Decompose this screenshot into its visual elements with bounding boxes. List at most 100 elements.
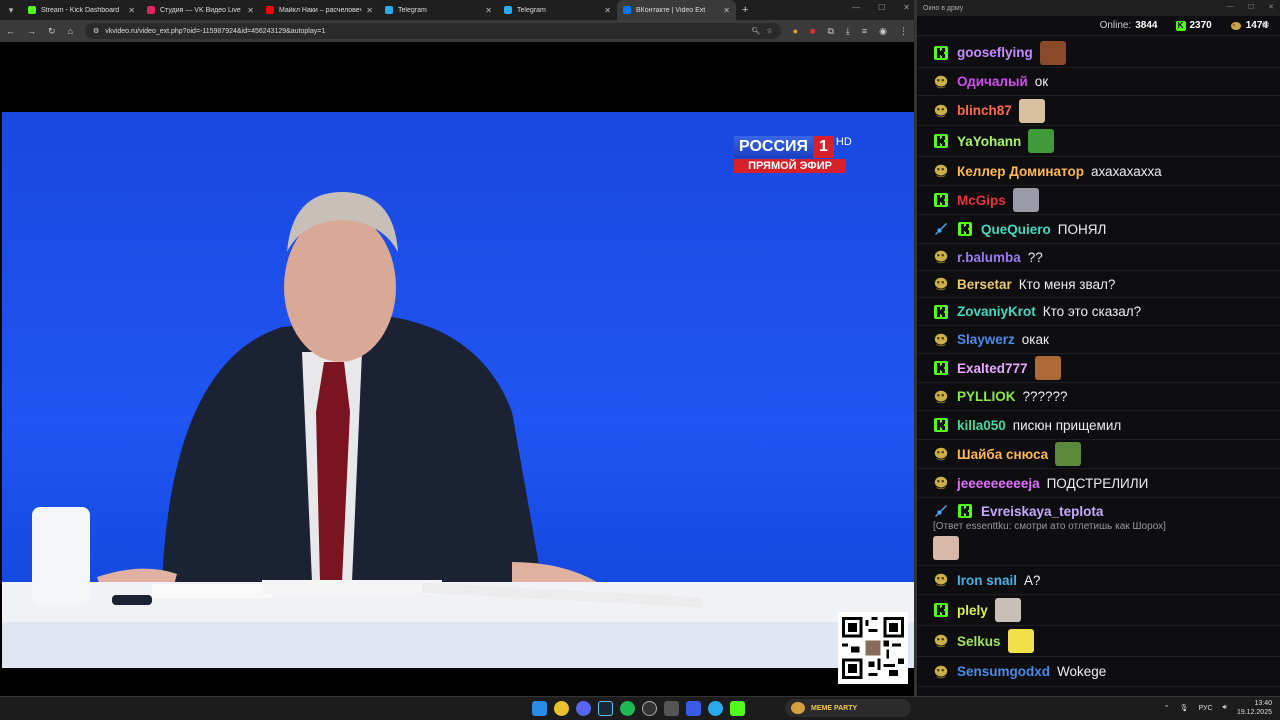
maximize-icon[interactable]: ☐ — [878, 3, 885, 12]
obs-icon[interactable] — [642, 701, 657, 716]
extension-icon[interactable]: ● — [793, 26, 798, 37]
browser-tab[interactable]: Студия — VK Видео Live ✕ — [141, 0, 260, 20]
reload-icon[interactable]: ↻ — [48, 26, 56, 37]
spotify-icon[interactable] — [620, 701, 635, 716]
chat-username[interactable]: gooseflying — [957, 45, 1033, 60]
tab-close-icon[interactable]: ✕ — [485, 6, 492, 15]
chat-emote-icon — [1028, 129, 1055, 153]
minimize-icon[interactable]: — — [852, 3, 860, 12]
chat-message: killa050 писюн прищемил — [917, 411, 1280, 440]
browser-tab[interactable]: Майкл Наки – расчеловечивание…✕ — [260, 0, 379, 20]
chat-message-text: ахахахахха — [1090, 163, 1162, 179]
windows-start-icon[interactable] — [532, 701, 547, 716]
volume-icon[interactable]: 🔊︎ — [1223, 704, 1227, 712]
browser-tab[interactable]: Stream - Kick Dashboard ✕ — [22, 0, 141, 20]
site-info-icon[interactable]: ⚙ — [93, 27, 99, 35]
chat-username[interactable]: jeeeeeeeeeja — [957, 476, 1040, 491]
language-indicator[interactable]: РУС — [1199, 705, 1213, 712]
chat-message-text: окак — [1021, 332, 1049, 347]
home-icon[interactable]: ⌂ — [68, 26, 73, 36]
tab-favicon-icon — [504, 6, 512, 14]
browser-window: ▾ Stream - Kick Dashboard ✕ Студия — VK Ви… — [0, 0, 914, 696]
chat-username[interactable]: killa050 — [957, 418, 1006, 433]
chat-window-title: Окно в дрму — ☐ ✕ — [917, 0, 1280, 16]
back-icon[interactable]: ← — [6, 26, 15, 36]
chat-username[interactable]: McGips — [957, 193, 1006, 208]
tray-overflow-icon[interactable]: ⌃ — [1164, 704, 1170, 712]
close-icon[interactable]: ✕ — [903, 3, 910, 12]
tab-close-icon[interactable]: ✕ — [128, 6, 135, 15]
chat-messages: gooseflying Одичалый ок blinch87 YaYohann Кел… — [917, 38, 1280, 696]
tab-close-icon[interactable]: ✕ — [366, 6, 373, 15]
kick-count: 2370 — [1189, 20, 1212, 31]
chat-username[interactable]: blinch87 — [957, 103, 1012, 118]
video-player[interactable]: РОССИЯ 1 HD ПРЯМОЙ ЭФИР — [0, 42, 914, 696]
steam-icon[interactable] — [598, 701, 613, 716]
taskbar: MEME PARTY ⌃ 🎙︎ РУС 🔊︎ 13:40 19.12.2025 — [0, 696, 1280, 720]
chat-username[interactable]: Exalted777 — [957, 361, 1028, 376]
chat-username[interactable]: Келлер Доминатор — [957, 164, 1084, 179]
dog-icon — [791, 702, 805, 714]
tab-search-icon[interactable]: ▾ — [0, 0, 22, 20]
clock[interactable]: 13:40 19.12.2025 — [1237, 699, 1272, 717]
chat-message: r.balumba?? — [917, 244, 1280, 271]
tab-close-icon[interactable]: ✕ — [723, 6, 730, 15]
chrome-icon[interactable] — [554, 701, 569, 716]
chat-username[interactable]: QueQuiero — [981, 222, 1051, 237]
chat-username[interactable]: PYLLIOK — [957, 389, 1016, 404]
download-icon[interactable]: ⤓ — [846, 26, 850, 37]
tab-title: Stream - Kick Dashboard — [41, 6, 120, 14]
menu-icon[interactable]: ⋮ — [899, 26, 908, 37]
chat-username[interactable]: r.balumba — [957, 250, 1021, 265]
kick-badge-icon — [933, 360, 949, 376]
tab-close-icon[interactable]: ✕ — [247, 6, 254, 15]
maximize-icon[interactable]: ☐ — [1248, 3, 1254, 11]
microphone-icon[interactable]: 🎙︎ — [1180, 704, 1189, 712]
close-icon[interactable]: ✕ — [1268, 3, 1274, 11]
reading-list-icon[interactable]: ≡ — [862, 26, 867, 37]
chat-username[interactable]: Sensumgodxd — [957, 664, 1050, 679]
chat-username[interactable]: Iron snail — [957, 573, 1017, 588]
chat-message-text: Кто это сказал? — [1042, 304, 1142, 319]
minimize-icon[interactable]: — — [1227, 3, 1234, 11]
tab-favicon-icon — [28, 6, 36, 14]
discord-icon[interactable] — [576, 701, 591, 716]
zoom-icon[interactable]: 🔍︎ — [751, 27, 760, 35]
chat-username[interactable]: Evreiskaya_teplota — [981, 504, 1103, 519]
bookmark-star-icon[interactable]: ☆ — [766, 27, 772, 35]
chat-message: Iron snail А? — [917, 566, 1280, 595]
browser-tab[interactable]: Telegram ✕ — [379, 0, 498, 20]
chat-username[interactable]: ZovaniyKrot — [957, 304, 1036, 319]
chat-message: ZovaniyKrot Кто это сказал? — [917, 298, 1280, 326]
chat-emote-icon — [1012, 188, 1039, 212]
tab-favicon-icon — [623, 6, 631, 14]
kick-badge-icon — [933, 192, 949, 208]
meme-party-widget[interactable]: MEME PARTY — [785, 699, 911, 717]
address-bar[interactable]: ⚙ vkvideo.ru/video_ext.php?oid=-11598792… — [84, 23, 781, 39]
chat-username[interactable]: Selkus — [957, 634, 1001, 649]
chat-username[interactable]: Slaywerz — [957, 332, 1015, 347]
media-player-icon[interactable] — [686, 701, 701, 716]
chat-username[interactable]: YaYohann — [957, 134, 1021, 149]
tab-favicon-icon — [147, 6, 155, 14]
tab-close-icon[interactable]: ✕ — [604, 6, 611, 15]
extension-icon[interactable]: ■ — [810, 26, 815, 37]
forward-icon[interactable]: → — [27, 26, 36, 36]
chat-username[interactable]: Bersetar — [957, 277, 1012, 292]
profile-icon[interactable]: ◉ — [879, 26, 887, 37]
new-tab-icon[interactable]: + — [742, 4, 748, 16]
app-icon[interactable] — [664, 701, 679, 716]
telegram-icon[interactable] — [708, 701, 723, 716]
browser-tab[interactable]: ВКонтакте | Video Ext ✕ — [617, 0, 736, 20]
extensions-puzzle-icon[interactable]: ⧉ — [827, 26, 833, 37]
kick-badge-icon — [957, 221, 973, 237]
chat-username[interactable]: plely — [957, 603, 988, 618]
browser-tab[interactable]: Telegram ✕ — [498, 0, 617, 20]
kick-app-icon[interactable] — [730, 701, 745, 716]
chat-emote-icon — [1007, 629, 1034, 653]
potato-badge-icon — [933, 163, 949, 179]
chat-username[interactable]: Одичалый — [957, 74, 1028, 89]
chat-username[interactable]: Шайба снюса — [957, 447, 1048, 462]
chat-message: QueQuiero ПОНЯЛ — [917, 215, 1280, 244]
settings-icon[interactable]: ⚙ — [1261, 20, 1270, 31]
